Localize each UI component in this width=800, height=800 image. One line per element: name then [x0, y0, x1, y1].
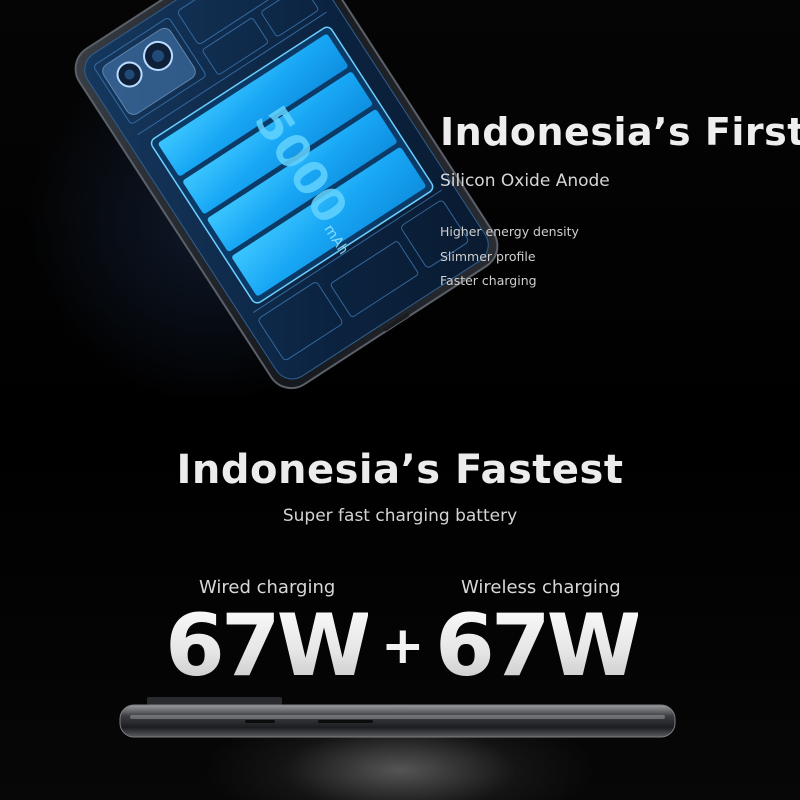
wireless-power-value: 67W [435, 596, 642, 696]
side-phone [119, 697, 676, 738]
wired-power-value: 67W [165, 596, 372, 696]
feature-item: Higher energy density [440, 224, 579, 239]
wired-charging-label: Wired charging [199, 577, 336, 598]
feature-list: Higher energy density Slimmer profile Fa… [440, 224, 760, 298]
wireless-charging-label: Wireless charging [461, 577, 621, 598]
subtitle-charging: Super fast charging battery [282, 506, 518, 526]
headline-fastest: Indonesia’s Fastest [176, 447, 624, 493]
feature-item: Slimmer profile [440, 248, 536, 264]
plus-sign: + [381, 616, 425, 676]
feature-item: Faster charging [440, 273, 537, 288]
xray-phone: 5000 mAh [74, 0, 499, 390]
subtitle-anode: Silicon Oxide Anode [440, 171, 610, 191]
promo-banner: 5000 mAh Indonesia’s First Silicon Oxide… [0, 0, 800, 800]
headline-first: Indonesia’s First [440, 110, 800, 154]
